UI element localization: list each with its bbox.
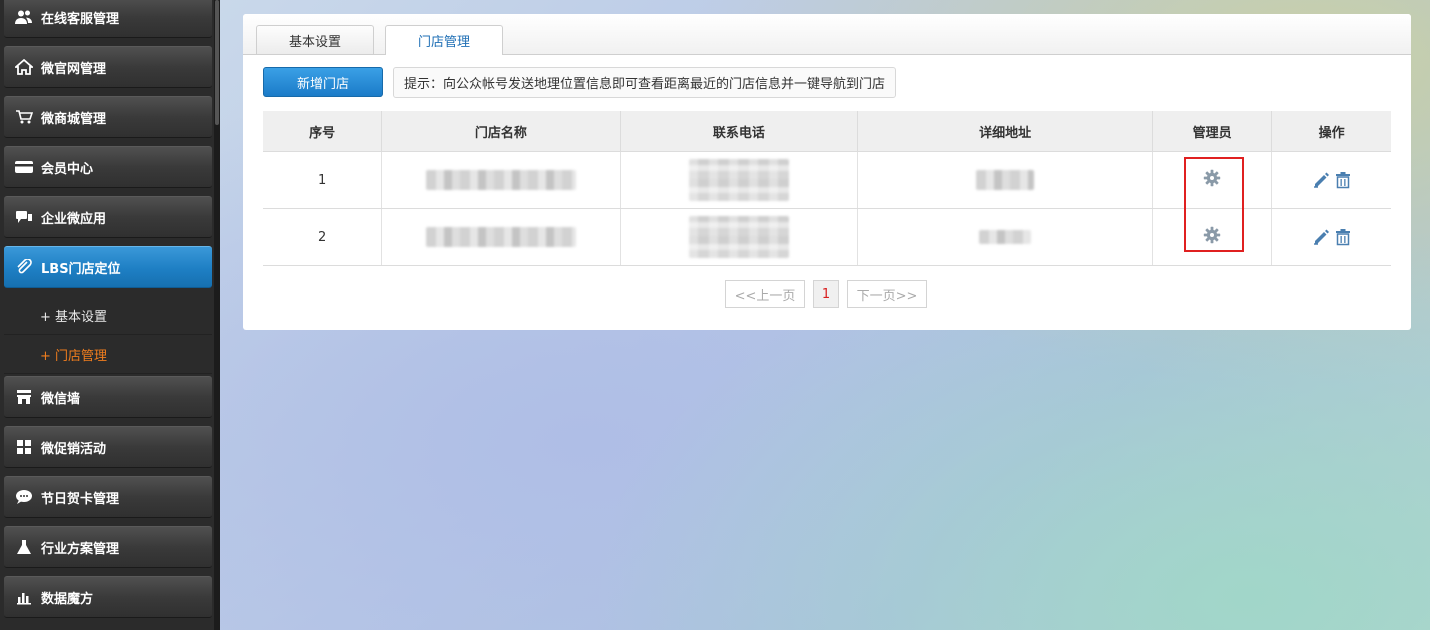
col-header-address: 详细地址: [857, 111, 1154, 152]
col-header-actions: 操作: [1271, 111, 1391, 152]
card-icon: [13, 156, 35, 178]
col-header-phone: 联系电话: [620, 111, 859, 152]
next-page-button[interactable]: 下一页>>: [847, 280, 927, 308]
cell-index: 2: [263, 208, 383, 266]
prev-page-button[interactable]: <<上一页: [725, 280, 805, 308]
cell-actions: [1271, 151, 1391, 209]
cell-address: [857, 208, 1154, 266]
nav-data-cube[interactable]: 数据魔方: [4, 576, 212, 618]
nav-label: 企业微应用: [41, 211, 107, 227]
trash-icon[interactable]: [1334, 228, 1352, 246]
users-icon: [13, 6, 35, 28]
pagination: <<上一页 1 下一页>>: [725, 280, 927, 308]
add-store-button[interactable]: 新增门店: [263, 67, 383, 97]
redacted-text: [425, 227, 576, 247]
edit-icon[interactable]: [1312, 171, 1330, 189]
nav-micro-site[interactable]: 微官网管理: [4, 46, 212, 88]
sub-item-label: + 基本设置: [40, 310, 108, 325]
sidebar: 在线客服管理 微官网管理 微商城管理 会员中心 企业微应用 LBS门店定位 + …: [0, 0, 214, 630]
nav-member-center[interactable]: 会员中心: [4, 146, 212, 188]
nav-micro-mall[interactable]: 微商城管理: [4, 96, 212, 138]
table-row: 2: [263, 208, 1391, 266]
cell-phone: [620, 151, 859, 209]
nav-industry-solutions[interactable]: 行业方案管理: [4, 526, 212, 568]
nav-wechat-wall[interactable]: 微信墙: [4, 376, 212, 418]
main-area: 基本设置 门店管理 新增门店 提示：向公众帐号发送地理位置信息即可查看距离最近的…: [220, 0, 1430, 630]
redacted-text: [425, 170, 576, 190]
scrollbar-thumb[interactable]: [215, 0, 219, 125]
nav-label: 在线客服管理: [41, 11, 120, 27]
store-icon: [13, 386, 35, 408]
cell-address: [857, 151, 1154, 209]
nav-online-service[interactable]: 在线客服管理: [4, 0, 212, 38]
cell-phone: [620, 208, 859, 266]
paperclip-icon: [13, 256, 35, 278]
sub-item-basic-settings[interactable]: + 基本设置: [4, 297, 212, 335]
cell-store-name: [381, 151, 621, 209]
chat-icon: [13, 206, 35, 228]
cell-admin: [1152, 151, 1273, 209]
nav-greeting-cards[interactable]: 节日贺卡管理: [4, 476, 212, 518]
col-header-index: 序号: [263, 111, 383, 152]
nav-label: 节日贺卡管理: [41, 491, 120, 507]
cell-actions: [1271, 208, 1391, 266]
hint-text: 提示：向公众帐号发送地理位置信息即可查看距离最近的门店信息并一键导航到门店: [393, 67, 897, 98]
trash-icon[interactable]: [1334, 171, 1352, 189]
redacted-text: [688, 159, 789, 201]
nav-label: 数据魔方: [41, 591, 94, 607]
content-panel: 基本设置 门店管理 新增门店 提示：向公众帐号发送地理位置信息即可查看距离最近的…: [243, 14, 1411, 330]
nav-promotions[interactable]: 微促销活动: [4, 426, 212, 468]
grid-icon: [13, 436, 35, 458]
sub-item-label: + 门店管理: [40, 349, 108, 364]
redacted-text: [688, 216, 789, 258]
redacted-text: [979, 230, 1032, 244]
nav-lbs-store-location[interactable]: LBS门店定位: [4, 246, 212, 288]
nav-label: 微促销活动: [41, 441, 107, 457]
sub-item-store-management[interactable]: + 门店管理: [4, 336, 212, 374]
col-header-store-name: 门店名称: [381, 111, 621, 152]
current-page[interactable]: 1: [813, 280, 839, 308]
cell-index: 1: [263, 151, 383, 209]
cell-store-name: [381, 208, 621, 266]
bar-chart-icon: [13, 586, 35, 608]
tab-store-management[interactable]: 门店管理: [385, 25, 503, 55]
nav-label: 微商城管理: [41, 111, 107, 127]
tab-bar: 基本设置 门店管理: [243, 14, 1411, 55]
tab-basic-settings[interactable]: 基本设置: [256, 25, 374, 54]
store-table: 序号 门店名称 联系电话 详细地址 管理员 操作 1 2: [263, 111, 1391, 266]
cart-icon: [13, 106, 35, 128]
gear-icon[interactable]: [1203, 226, 1221, 248]
nav-label: 微官网管理: [41, 61, 107, 77]
nav-label: 微信墙: [41, 391, 81, 407]
edit-icon[interactable]: [1312, 228, 1330, 246]
nav-label: 会员中心: [41, 161, 94, 177]
col-header-admin: 管理员: [1152, 111, 1273, 152]
nav-label: 行业方案管理: [41, 541, 120, 557]
redacted-text: [976, 170, 1035, 190]
nav-enterprise-apps[interactable]: 企业微应用: [4, 196, 212, 238]
cell-admin: [1152, 208, 1273, 266]
gear-icon[interactable]: [1203, 169, 1221, 191]
speech-bubble-icon: [13, 486, 35, 508]
home-icon: [13, 56, 35, 78]
flask-icon: [13, 536, 35, 558]
table-row: 1: [263, 151, 1391, 209]
nav-label: LBS门店定位: [41, 261, 121, 277]
